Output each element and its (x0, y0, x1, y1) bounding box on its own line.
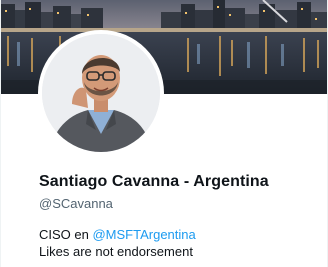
profile-bio: CISO en @MSFTArgentina Likes are not end… (39, 226, 196, 260)
bio-mention-link[interactable]: @MSFTArgentina (92, 227, 195, 242)
profile-handle: @SCavanna (39, 196, 113, 211)
profile-photo-icon (42, 34, 160, 152)
bio-line-1: CISO en @MSFTArgentina (39, 226, 196, 243)
profile-card: Santiago Cavanna - Argentina @SCavanna C… (0, 0, 328, 267)
profile-display-name: Santiago Cavanna - Argentina (39, 173, 269, 190)
bio-line-2: Likes are not endorsement (39, 244, 193, 259)
avatar[interactable] (42, 34, 160, 152)
bio-prefix-text: CISO en (39, 227, 89, 242)
